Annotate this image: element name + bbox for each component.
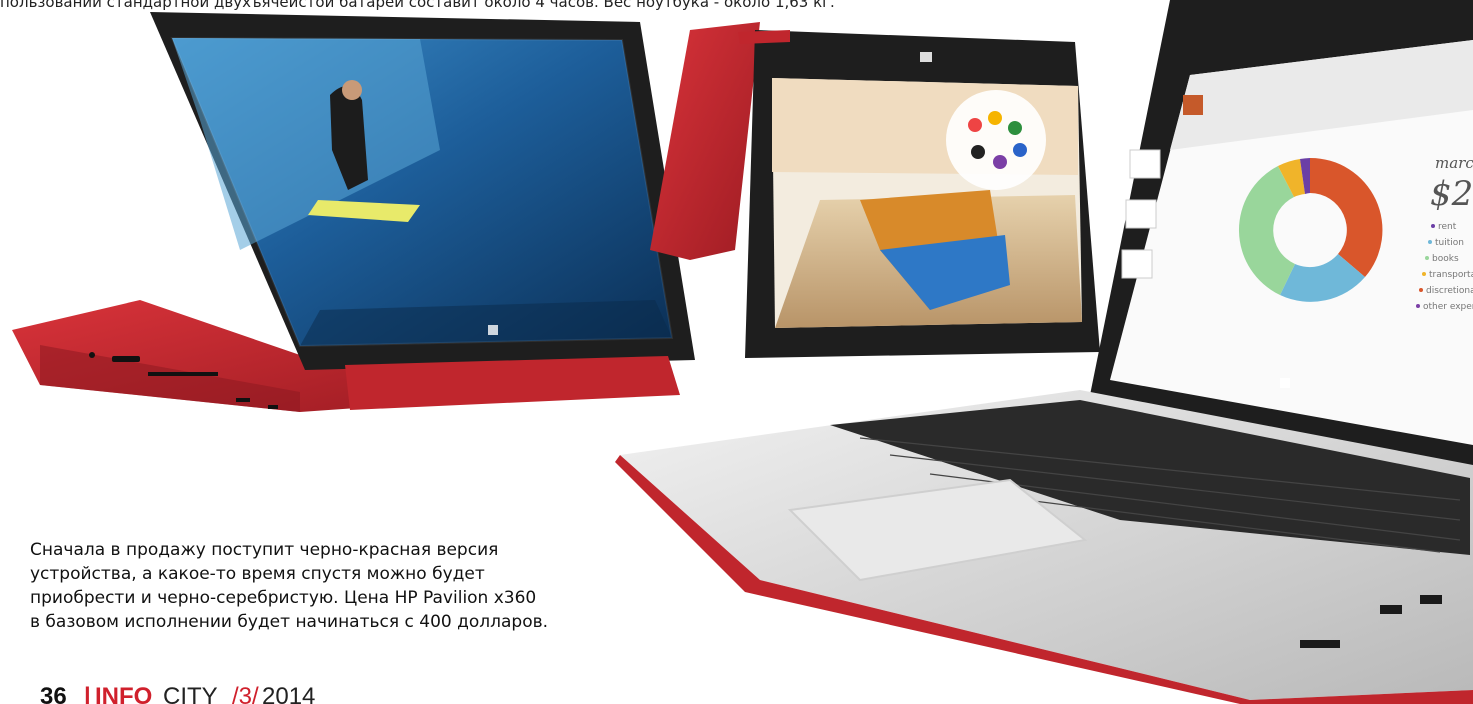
page-number: 36 [40, 683, 67, 704]
issue-year: 2014 [262, 683, 316, 704]
magazine-brand-city: CITY [163, 683, 218, 704]
legend-item: tuition [1435, 238, 1464, 248]
legend-item: discretionary [1426, 286, 1473, 296]
legend-item: books [1432, 254, 1459, 264]
article-caption: Сначала в продажу поступит черно-красная… [30, 538, 640, 634]
legend-item: other expenses [1423, 302, 1473, 312]
presentation-amount: $2, [1430, 174, 1473, 214]
legend-item: rent [1438, 222, 1457, 232]
caption-line: Сначала в продажу поступит черно-красная… [30, 540, 499, 560]
legend-item: transportation [1429, 270, 1473, 280]
caption-line: устройства, а какое-то время спустя можн… [30, 564, 485, 584]
issue-number: /3/ [232, 683, 259, 704]
laptop-stand-mode [12, 12, 695, 412]
caption-line: приобрести и черно-серебристую. Цена HP … [30, 588, 537, 608]
caption-line: в базовом исполнении будет начинаться с … [30, 612, 549, 632]
laptop-tent-mode [650, 22, 1100, 358]
presentation-month: march [1435, 154, 1473, 172]
magazine-brand-info: INFO [95, 683, 153, 704]
page-footer: 36 | INFO CITY /3/ 2014 [0, 682, 500, 704]
footer-separator: | [84, 683, 91, 704]
